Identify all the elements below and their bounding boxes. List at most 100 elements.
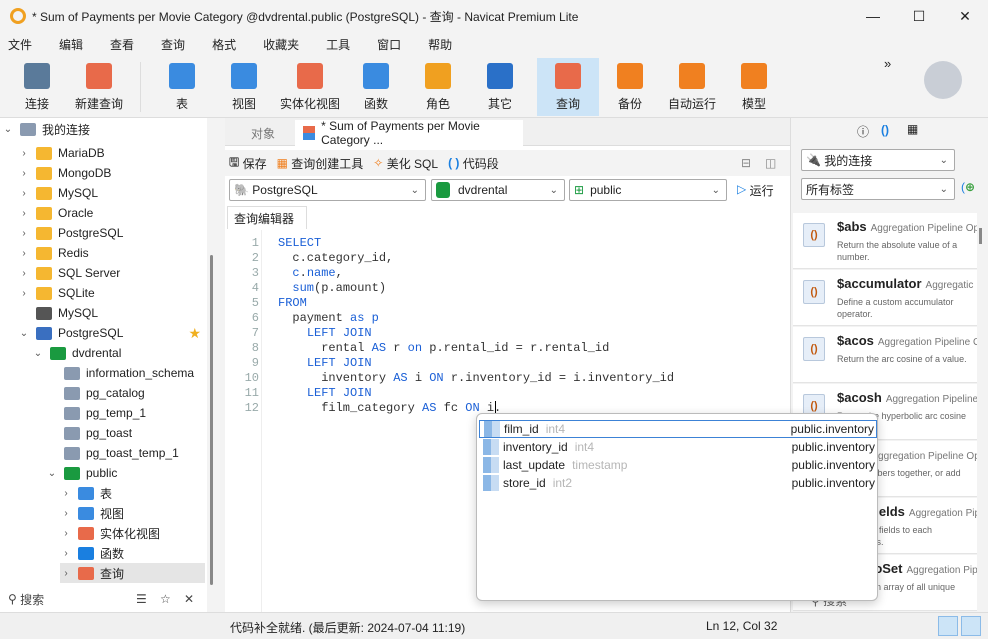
tree-connection[interactable]: ›MongoDB [18, 163, 205, 183]
snippet-item[interactable]: ()$absAggregation Pipeline OpeReturn the… [793, 213, 977, 269]
chevron-right-icon[interactable]: › [18, 288, 30, 299]
snippet-item[interactable]: ()$accumulatorAggregaticDefine a custom … [793, 270, 977, 326]
tree-connection[interactable]: ›SQLite [18, 283, 205, 303]
tree-schema[interactable]: pg_toast_temp_1 [46, 443, 205, 463]
tab-objects[interactable]: 对象 [243, 120, 283, 146]
tree-schema[interactable]: pg_catalog [46, 383, 205, 403]
tree-root-my-connections[interactable]: ⌄我的连接 [2, 119, 205, 139]
close-button[interactable]: ✕ [942, 0, 988, 32]
split-vertical-icon[interactable]: ◫ [765, 156, 776, 170]
menu-item[interactable]: 文件 [8, 36, 32, 53]
tree-schema[interactable]: information_schema [46, 363, 205, 383]
toolbar-button[interactable]: 连接 [6, 58, 68, 116]
toolbar-button[interactable]: 备份 [599, 58, 661, 116]
layout-right-button[interactable] [961, 616, 981, 636]
grid-icon[interactable]: ▦ [907, 122, 918, 136]
tree-connection-postgresql[interactable]: ⌄PostgreSQL★ [18, 323, 205, 343]
tree-connection[interactable]: ›MariaDB [18, 143, 205, 163]
toolbar-button[interactable]: 自动运行 [661, 58, 723, 116]
run-button[interactable]: ▷ 运行 [737, 182, 774, 199]
add-snippet-icon[interactable]: (⊕ [961, 180, 975, 194]
tag-select[interactable]: 所有标签⌄ [801, 178, 955, 200]
chevron-right-icon[interactable]: › [18, 248, 30, 259]
chevron-right-icon[interactable]: › [18, 268, 30, 279]
toolbar-button[interactable]: 视图 [213, 58, 275, 116]
tree-schema[interactable]: pg_temp_1 [46, 403, 205, 423]
snippet-item[interactable]: ()$acosAggregation Pipeline OReturn the … [793, 327, 977, 383]
query-builder-button[interactable]: ▦ 查询创建工具 [277, 155, 364, 172]
beautify-sql-button[interactable]: ✧ 美化 SQL [373, 155, 438, 172]
tab-query[interactable]: * Sum of Payments per Movie Category ... [295, 120, 523, 146]
toolbar-button[interactable]: 新建查询 [68, 58, 130, 116]
chevron-right-icon[interactable]: › [18, 208, 30, 219]
star-icon[interactable]: ★ [188, 325, 201, 342]
chevron-right-icon[interactable]: › [18, 148, 30, 159]
chevron-right-icon[interactable]: › [60, 568, 72, 579]
split-horizontal-icon[interactable]: ⊟ [741, 156, 751, 170]
snippet-scrollbar[interactable] [979, 228, 982, 244]
chevron-right-icon[interactable]: › [18, 168, 30, 179]
tree-connection[interactable]: ›MySQL [18, 183, 205, 203]
toolbar-button[interactable]: 模型 [723, 58, 785, 116]
save-button[interactable]: 🖫 保存 [229, 153, 267, 174]
collapse-icon[interactable]: ✕ [184, 592, 194, 606]
tree-search[interactable]: ⚲ 搜索 ☰ ☆ ✕ [0, 586, 207, 612]
autocomplete-item[interactable]: store_idint2public.inventory [479, 474, 877, 492]
tree-schema[interactable]: pg_toast [46, 423, 205, 443]
chevron-right-icon[interactable]: › [60, 528, 72, 539]
snippet-icon[interactable]: () [881, 123, 889, 137]
chevron-down-icon[interactable]: ⌄ [2, 124, 14, 135]
tree-object-group[interactable]: ›视图 [60, 503, 205, 523]
chevron-right-icon[interactable]: › [60, 508, 72, 519]
info-icon[interactable]: ⓘ [857, 123, 869, 140]
menu-item[interactable]: 查看 [110, 36, 134, 53]
tree-object-group[interactable]: ›函数 [60, 543, 205, 563]
menu-item[interactable]: 格式 [212, 36, 236, 53]
chevron-right-icon[interactable]: › [18, 228, 30, 239]
minimize-button[interactable]: — [850, 0, 896, 32]
snippet-button[interactable]: ( ) 代码段 [448, 155, 499, 172]
chevron-down-icon[interactable]: ⌄ [32, 348, 44, 359]
schema-select[interactable]: ⊞public⌄ [569, 179, 727, 201]
tree-schema-public[interactable]: ⌄public [46, 463, 205, 483]
chevron-down-icon[interactable]: ⌄ [18, 328, 30, 339]
menu-item[interactable]: 编辑 [59, 36, 83, 53]
toolbar-button[interactable]: 角色 [407, 58, 469, 116]
toolbar-button[interactable]: 其它 [469, 58, 531, 116]
autocomplete-item[interactable]: inventory_idint4public.inventory [479, 438, 877, 456]
chevron-down-icon[interactable]: ⌄ [46, 468, 58, 479]
tree-object-group[interactable]: ›表 [60, 483, 205, 503]
menu-item[interactable]: 帮助 [428, 36, 452, 53]
chevron-right-icon[interactable]: › [60, 548, 72, 559]
database-select[interactable]: dvdrental⌄ [431, 179, 565, 201]
toolbar-button[interactable]: 函数 [345, 58, 407, 116]
autocomplete-item[interactable]: last_updatetimestamppublic.inventory [479, 456, 877, 474]
maximize-button[interactable]: ☐ [896, 0, 942, 32]
menu-item[interactable]: 工具 [326, 36, 350, 53]
tree-database[interactable]: ⌄dvdrental [32, 343, 205, 363]
toolbar-button[interactable]: 表 [151, 58, 213, 116]
tree-connection[interactable]: ›Redis [18, 243, 205, 263]
tree-connection[interactable]: MySQL [18, 303, 205, 323]
toolbar-more-button[interactable]: » [884, 56, 891, 71]
menu-item[interactable]: 窗口 [377, 36, 401, 53]
toolbar-button[interactable]: 查询 [537, 58, 599, 116]
avatar[interactable] [924, 61, 962, 99]
star-icon[interactable]: ☆ [160, 592, 171, 606]
layout-left-button[interactable] [938, 616, 958, 636]
autocomplete-item[interactable]: film_idint4public.inventory [479, 420, 877, 438]
chevron-right-icon[interactable]: › [60, 488, 72, 499]
editor-tab[interactable]: 查询编辑器 [227, 206, 307, 229]
menu-item[interactable]: 查询 [161, 36, 185, 53]
tree-connection[interactable]: ›PostgreSQL [18, 223, 205, 243]
snippet-connection-select[interactable]: 🔌 我的连接⌄ [801, 149, 955, 171]
tree-search-input[interactable]: 搜索 [20, 591, 44, 608]
tree-connection[interactable]: ›SQL Server [18, 263, 205, 283]
toolbar-button[interactable]: 实体化视图 [275, 58, 345, 116]
filter-icon[interactable]: ☰ [136, 592, 147, 606]
tree-object-group[interactable]: ›查询 [60, 563, 205, 583]
connection-select[interactable]: 🐘 PostgreSQL⌄ [229, 179, 426, 201]
chevron-right-icon[interactable]: › [18, 188, 30, 199]
menu-item[interactable]: 收藏夹 [263, 36, 299, 53]
tree-connection[interactable]: ›Oracle [18, 203, 205, 223]
